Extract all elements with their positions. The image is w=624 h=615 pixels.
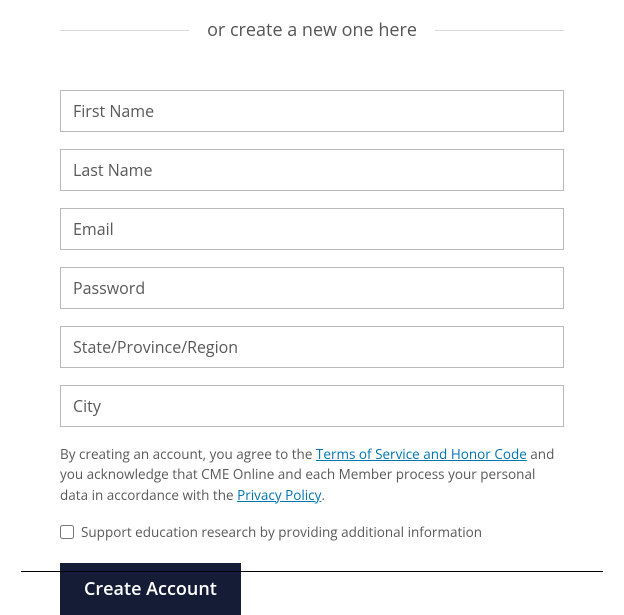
divider-text: or create a new one here bbox=[207, 18, 417, 42]
email-input[interactable] bbox=[60, 208, 564, 250]
agreement-text: By creating an account, you agree to the… bbox=[60, 444, 564, 505]
signup-form-container: or create a new one here By creating an … bbox=[0, 0, 624, 615]
divider-row: or create a new one here bbox=[60, 18, 564, 42]
agreement-suffix: . bbox=[321, 486, 325, 504]
last-name-input[interactable] bbox=[60, 149, 564, 191]
research-checkbox[interactable] bbox=[60, 525, 74, 539]
privacy-link[interactable]: Privacy Policy bbox=[237, 486, 321, 504]
agreement-prefix: By creating an account, you agree to the bbox=[60, 445, 316, 463]
tos-link[interactable]: Terms of Service and Honor Code bbox=[316, 445, 527, 463]
city-input[interactable] bbox=[60, 385, 564, 427]
password-input[interactable] bbox=[60, 267, 564, 309]
state-input[interactable] bbox=[60, 326, 564, 368]
divider-line-right bbox=[435, 30, 564, 31]
research-checkbox-row[interactable]: Support education research by providing … bbox=[60, 523, 564, 541]
first-name-input[interactable] bbox=[60, 90, 564, 132]
divider-line-left bbox=[60, 30, 189, 31]
research-checkbox-label: Support education research by providing … bbox=[81, 523, 482, 541]
